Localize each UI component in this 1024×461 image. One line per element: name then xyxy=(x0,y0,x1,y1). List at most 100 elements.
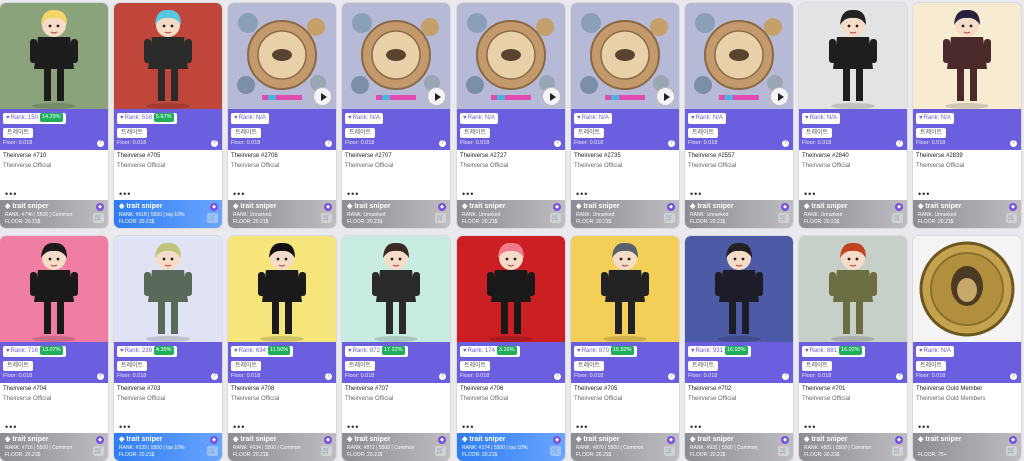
nft-name[interactable]: Theirverse #708 xyxy=(231,386,274,392)
collection-name[interactable]: Theirverse Official xyxy=(345,163,393,169)
trait-sniper-panel[interactable]: ◆ trait sniper RANK: Unranked FLOOR: 20.… xyxy=(913,200,1021,228)
collection-name[interactable]: Theirverse Official xyxy=(117,396,165,402)
info-icon[interactable]: ? xyxy=(554,140,561,147)
cart-icon[interactable]: 🛒 xyxy=(1006,213,1017,223)
more-options-button[interactable]: ••• xyxy=(690,422,702,432)
nft-name[interactable]: Theirverse Gold Member xyxy=(916,386,982,392)
collection-name[interactable]: Theirverse Official xyxy=(345,396,393,402)
more-options-button[interactable]: ••• xyxy=(233,422,245,432)
collection-name[interactable]: Theirverse Official xyxy=(688,396,736,402)
nft-image[interactable] xyxy=(685,3,793,109)
cart-icon[interactable]: 🛒 xyxy=(892,213,903,223)
collection-name[interactable]: Theirverse Official xyxy=(231,396,279,402)
nft-name[interactable]: Theirverse #701 xyxy=(802,386,845,392)
cart-icon[interactable]: 🛒 xyxy=(664,213,675,223)
info-icon[interactable]: ? xyxy=(668,373,675,380)
cart-icon[interactable]: 🛒 xyxy=(207,446,218,456)
nft-image[interactable] xyxy=(114,236,222,342)
cart-icon[interactable]: 🛒 xyxy=(321,213,332,223)
nft-card[interactable]: ♥Rank: N/A 트레이트 Floor: 0.018 ? Theirvers… xyxy=(913,3,1021,228)
cart-icon[interactable]: 🛒 xyxy=(93,446,104,456)
play-icon[interactable] xyxy=(657,88,674,105)
trait-button[interactable]: 트레이트 xyxy=(460,128,491,138)
info-icon[interactable]: ? xyxy=(896,140,903,147)
nft-card[interactable]: ♥Rank: N/A 트레이트 Floor: 0.018 ? Theirvers… xyxy=(457,3,565,228)
nft-image[interactable] xyxy=(571,3,679,109)
trait-button[interactable]: 트레이트 xyxy=(574,361,605,371)
trait-sniper-panel[interactable]: ◆ trait sniper RANK: Unranked FLOOR: 20.… xyxy=(685,200,793,228)
info-icon[interactable]: ? xyxy=(97,140,104,147)
trait-sniper-panel[interactable]: ◆ trait sniper RANK: #870 | 5500 | Commo… xyxy=(571,433,679,461)
cart-icon[interactable]: 🛒 xyxy=(435,446,446,456)
nft-card[interactable]: ♥Rank: 931 16.93% 트레이트 Floor: 0.018 ? The… xyxy=(685,236,793,461)
more-options-button[interactable]: ••• xyxy=(576,189,588,199)
more-options-button[interactable]: ••• xyxy=(5,189,17,199)
nft-image[interactable] xyxy=(799,236,907,342)
trait-button[interactable]: 트레이트 xyxy=(574,128,605,138)
collection-name[interactable]: Theirverse Official xyxy=(460,396,508,402)
more-options-button[interactable]: ••• xyxy=(347,422,359,432)
nft-card[interactable]: ♥Rank: 872 17.22% 트레이트 Floor: 0.018 ? The… xyxy=(342,236,450,461)
nft-image[interactable] xyxy=(0,3,108,109)
trait-button[interactable]: 트레이트 xyxy=(3,128,34,138)
trait-sniper-panel[interactable]: ◆ trait sniper RANK: Unranked FLOOR: 20.… xyxy=(228,200,336,228)
info-icon[interactable]: ? xyxy=(782,373,789,380)
collection-name[interactable]: Theirverse Official xyxy=(3,163,51,169)
trait-sniper-panel[interactable]: ◆ trait sniper RANK: #746 | 5500 | Commo… xyxy=(0,200,108,228)
nft-name[interactable]: Theirverse #2727 xyxy=(460,153,507,159)
nft-name[interactable]: Theirverse #2557 xyxy=(688,153,735,159)
more-options-button[interactable]: ••• xyxy=(119,422,131,432)
info-icon[interactable]: ? xyxy=(782,140,789,147)
nft-name[interactable]: Theirverse #2735 xyxy=(574,153,621,159)
cart-icon[interactable]: 🛒 xyxy=(93,213,104,223)
nft-card[interactable]: ♥Rank: N/A 트레이트 Floor: 0.018 ? Theirvers… xyxy=(342,3,450,228)
nft-image[interactable] xyxy=(457,236,565,342)
collection-name[interactable]: Theirverse Official xyxy=(117,163,165,169)
info-icon[interactable]: ? xyxy=(325,373,332,380)
play-icon[interactable] xyxy=(771,88,788,105)
collection-name[interactable]: Theirverse Official xyxy=(574,396,622,402)
trait-button[interactable]: 트레이트 xyxy=(802,361,833,371)
nft-image[interactable] xyxy=(342,3,450,109)
nft-card[interactable]: ♥Rank: 716 13.07% 트레이트 Floor: 0.018 ? The… xyxy=(0,236,108,461)
nft-card[interactable]: ♥Rank: 174 3.16% 트레이트 Floor: 0.018 ? Thei… xyxy=(457,236,565,461)
nft-name[interactable]: Theirverse #2840 xyxy=(802,153,849,159)
trait-sniper-panel[interactable]: ◆ trait sniper RANK: #518 | 5500 | top 1… xyxy=(114,200,222,228)
trait-sniper-panel[interactable]: ◆ trait sniper FLOOR: 75+ ◆ 🛒 xyxy=(913,433,1021,461)
collection-name[interactable]: Theirverse Official xyxy=(802,396,850,402)
collection-name[interactable]: Theirverse Official xyxy=(916,163,964,169)
trait-sniper-panel[interactable]: ◆ trait sniper RANK: Unranked FLOOR: 20.… xyxy=(571,200,679,228)
nft-card[interactable]: ♥Rank: 518 5.67% 트레이트 Floor: 0.018 ? Thei… xyxy=(114,3,222,228)
info-icon[interactable]: ? xyxy=(211,373,218,380)
nft-name[interactable]: Theirverse #703 xyxy=(117,386,160,392)
collection-name[interactable]: Theirverse Official xyxy=(3,396,51,402)
trait-sniper-panel[interactable]: ◆ trait sniper RANK: #239 | 5500 | top 1… xyxy=(114,433,222,461)
more-options-button[interactable]: ••• xyxy=(918,189,930,199)
more-options-button[interactable]: ••• xyxy=(233,189,245,199)
nft-card[interactable]: ♥Rank: 239 4.35% 트레이트 Floor: 0.018 ? Thei… xyxy=(114,236,222,461)
cart-icon[interactable]: 🛒 xyxy=(207,213,218,223)
nft-card[interactable]: ♥Rank: N/A 트레이트 Floor: 0.018 ? Theirvers… xyxy=(685,3,793,228)
nft-name[interactable]: Theirverse #710 xyxy=(3,153,46,159)
trait-sniper-panel[interactable]: ◆ trait sniper RANK: Unranked FLOOR: 20.… xyxy=(342,200,450,228)
nft-image[interactable] xyxy=(0,236,108,342)
cart-icon[interactable]: 🛒 xyxy=(778,446,789,456)
info-icon[interactable]: ? xyxy=(325,140,332,147)
nft-name[interactable]: Theirverse #705 xyxy=(574,386,617,392)
nft-name[interactable]: Theirverse #702 xyxy=(688,386,731,392)
info-icon[interactable]: ? xyxy=(1010,140,1017,147)
collection-name[interactable]: Theirverse Official xyxy=(802,163,850,169)
info-icon[interactable]: ? xyxy=(211,140,218,147)
nft-card[interactable]: ♥Rank: N/A 트레이트 Floor: 0.018 ? Theirvers… xyxy=(913,236,1021,461)
nft-name[interactable]: Theirverse #706 xyxy=(460,386,503,392)
more-options-button[interactable]: ••• xyxy=(5,422,17,432)
more-options-button[interactable]: ••• xyxy=(690,189,702,199)
nft-image[interactable] xyxy=(685,236,793,342)
nft-card[interactable]: ♥Rank: N/A 트레이트 Floor: 0.018 ? Theirvers… xyxy=(799,3,907,228)
more-options-button[interactable]: ••• xyxy=(804,422,816,432)
more-options-button[interactable]: ••• xyxy=(918,422,930,432)
play-icon[interactable] xyxy=(543,88,560,105)
nft-image[interactable] xyxy=(913,236,1021,342)
trait-button[interactable]: 트레이트 xyxy=(460,361,491,371)
more-options-button[interactable]: ••• xyxy=(462,189,474,199)
